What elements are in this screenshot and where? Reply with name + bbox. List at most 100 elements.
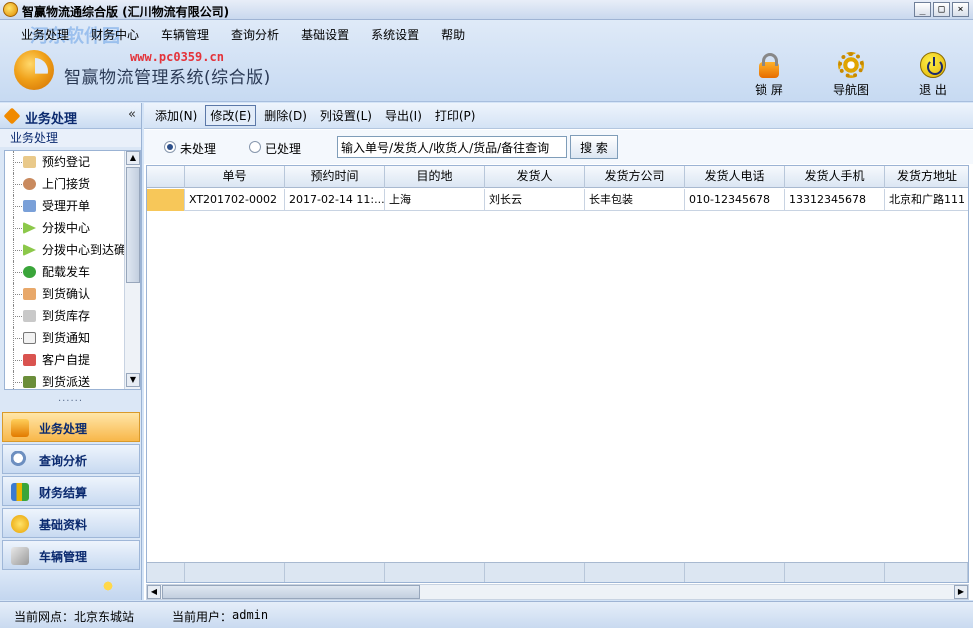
arrow-right-icon	[23, 222, 36, 234]
radio-pending[interactable]: 未处理	[164, 140, 216, 156]
edit-button[interactable]: 修改(E)	[205, 105, 257, 126]
scroll-down-icon[interactable]: ▼	[126, 373, 140, 387]
menu-help[interactable]: 帮助	[430, 26, 476, 44]
menu-vehicle[interactable]: 车辆管理	[150, 26, 220, 44]
column-header-shipper-phone[interactable]: 发货人电话	[685, 166, 785, 188]
cell-shipper: 刘长云	[485, 189, 585, 211]
nav-basic-data[interactable]: 基础资料	[2, 508, 140, 538]
menu-system-settings[interactable]: 系统设置	[360, 26, 430, 44]
scroll-up-icon[interactable]: ▲	[126, 151, 140, 165]
row-indicator	[147, 189, 185, 211]
footer-cell	[385, 563, 485, 582]
column-header-shipper-company[interactable]: 发货方公司	[585, 166, 685, 188]
scroll-right-icon[interactable]: ▶	[954, 585, 968, 599]
delete-button[interactable]: 删除(D)	[259, 105, 312, 126]
column-header-booking-time[interactable]: 预约时间	[285, 166, 385, 188]
bulb-icon	[11, 515, 29, 533]
watermark-url: www.pc0359.cn	[130, 50, 224, 64]
scroll-left-icon[interactable]: ◀	[147, 585, 161, 599]
maximize-button[interactable]: □	[933, 2, 950, 17]
cell-shipper-company: 长丰包装	[585, 189, 685, 211]
gift-icon	[11, 419, 29, 437]
left-panel-footer	[0, 570, 141, 600]
truck-icon	[11, 547, 29, 565]
radio-processed[interactable]: 已处理	[249, 140, 301, 156]
exit-button[interactable]: 退 出	[905, 52, 961, 98]
tree-item-arrival-confirm[interactable]: 到货确认	[5, 283, 140, 305]
logo-icon	[14, 50, 54, 90]
cell-shipper-address: 北京和广路111	[885, 189, 968, 211]
tree-item-delivery[interactable]: 到货派送	[5, 371, 140, 389]
column-header-shipper-mobile[interactable]: 发货人手机	[785, 166, 885, 188]
tree-scroll-thumb[interactable]	[126, 167, 140, 283]
header: 河东软件园 业务处理 财务中心 车辆管理 查询分析 基础设置 系统设置 帮助 w…	[0, 20, 973, 102]
footer-cell	[885, 563, 968, 582]
menu-business[interactable]: 业务处理	[10, 26, 80, 44]
panel-splitter[interactable]: ......	[0, 393, 141, 409]
cell-order-no: XT201702-0002	[185, 189, 285, 211]
check-icon	[23, 266, 36, 278]
column-header-shipper-address[interactable]: 发货方地址	[885, 166, 968, 188]
lock-screen-button[interactable]: 锁 屏	[741, 52, 797, 98]
horizontal-scrollbar[interactable]: ◀ ▶	[146, 584, 969, 600]
tree-item-waybill[interactable]: 受理开单	[5, 195, 140, 217]
table-row[interactable]: XT201702-0002 2017-02-14 11:... 上海 刘长云 长…	[147, 189, 968, 211]
grid-header: 单号 预约时间 目的地 发货人 发货方公司 发货人电话 发货人手机 发货方地址	[147, 166, 968, 188]
tree-item-arrival-notice[interactable]: 到货通知	[5, 327, 140, 349]
left-panel-title: 业务处理	[25, 112, 78, 127]
menu-query[interactable]: 查询分析	[220, 26, 290, 44]
tree-item-dispatch-arrival[interactable]: 分拨中心到达确	[5, 239, 140, 261]
horizontal-scroll-thumb[interactable]	[162, 585, 420, 599]
site-label: 当前网点：	[14, 610, 75, 624]
column-header-order-no[interactable]: 单号	[185, 166, 285, 188]
arrow-right-icon	[23, 244, 36, 256]
sun-icon[interactable]	[102, 580, 114, 592]
window-title: 智赢物流通综合版 (汇川物流有限公司)	[22, 5, 230, 19]
nav-finance[interactable]: 财务结算	[2, 476, 140, 506]
menu-basic-settings[interactable]: 基础设置	[290, 26, 360, 44]
cell-booking-time: 2017-02-14 11:...	[285, 189, 385, 211]
stock-icon	[23, 310, 36, 322]
search-input[interactable]	[337, 136, 567, 158]
confirm-icon	[23, 288, 36, 300]
booking-icon	[23, 156, 36, 168]
menu-finance[interactable]: 财务中心	[80, 26, 150, 44]
nav-business[interactable]: 业务处理	[2, 412, 140, 442]
footer-cell	[685, 563, 785, 582]
column-settings-button[interactable]: 列设置(L)	[315, 105, 377, 126]
minimize-button[interactable]: _	[914, 2, 931, 17]
print-button[interactable]: 打印(P)	[430, 105, 481, 126]
cell-shipper-phone: 010-12345678	[685, 189, 785, 211]
data-grid: 单号 预约时间 目的地 发货人 发货方公司 发货人电话 发货人手机 发货方地址 …	[146, 165, 969, 583]
status-bar: 当前网点： 北京东城站 当前用户： admin	[0, 601, 973, 628]
footer-cell	[785, 563, 885, 582]
business-tree: 预约登记 上门接货 受理开单 分拨中心 分拨中心到达确 配载发车 到货确认 到货…	[4, 150, 141, 390]
cell-shipper-mobile: 13312345678	[785, 189, 885, 211]
collapse-icon[interactable]: «	[128, 107, 136, 122]
tree-scrollbar[interactable]: ▲ ▼	[124, 151, 140, 389]
tree-item-dispatch-center[interactable]: 分拨中心	[5, 217, 140, 239]
gear-icon	[838, 52, 864, 78]
site-value: 北京东城站	[74, 610, 135, 624]
footer-cell	[485, 563, 585, 582]
tree-item-pickup[interactable]: 上门接货	[5, 173, 140, 195]
delivery-icon	[23, 376, 36, 388]
filter-bar: 未处理 已处理 搜 索	[144, 130, 973, 164]
column-header-shipper[interactable]: 发货人	[485, 166, 585, 188]
close-button[interactable]: ×	[952, 2, 969, 17]
export-button[interactable]: 导出(I)	[380, 105, 427, 126]
nav-vehicle[interactable]: 车辆管理	[2, 540, 140, 570]
calendar-icon	[23, 354, 36, 366]
navigation-map-button[interactable]: 导航图	[823, 52, 879, 98]
waybill-icon	[23, 200, 36, 212]
footer-cell	[185, 563, 285, 582]
add-button[interactable]: 添加(N)	[150, 105, 202, 126]
tree-item-booking[interactable]: 预约登记	[5, 151, 140, 173]
tree-item-loading-departure[interactable]: 配载发车	[5, 261, 140, 283]
column-header-destination[interactable]: 目的地	[385, 166, 485, 188]
tree-item-self-pickup[interactable]: 客户自提	[5, 349, 140, 371]
tree-item-arrival-stock[interactable]: 到货库存	[5, 305, 140, 327]
nav-query[interactable]: 查询分析	[2, 444, 140, 474]
search-button[interactable]: 搜 索	[570, 135, 618, 159]
left-panel-header: 业务处理 «	[0, 103, 141, 129]
